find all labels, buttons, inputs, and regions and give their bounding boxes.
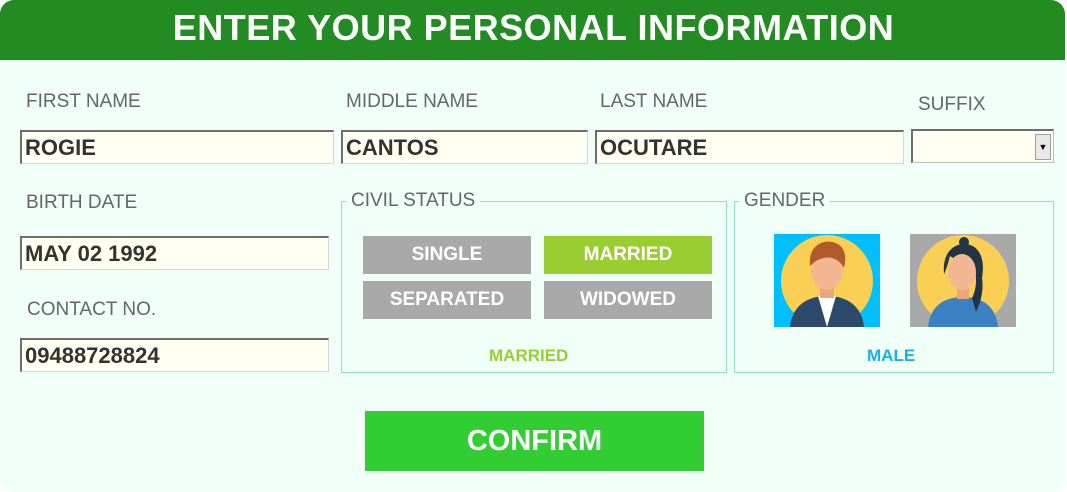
suffix-select[interactable]: ▼ bbox=[911, 129, 1054, 163]
civil-status-widowed-button[interactable]: WIDOWED bbox=[544, 281, 712, 319]
civil-status-married-button[interactable]: MARRIED bbox=[544, 236, 712, 274]
gender-selected-text: MALE bbox=[867, 346, 916, 365]
birth-date-field[interactable]: MAY 02 1992 bbox=[20, 236, 329, 270]
contact-number-label: CONTACT NO. bbox=[27, 299, 157, 320]
personal-info-form: ENTER YOUR PERSONAL INFORMATION FIRST NA… bbox=[0, 0, 1065, 492]
last-name-field[interactable]: OCUTARE bbox=[595, 130, 904, 164]
middle-name-field[interactable]: CANTOS bbox=[341, 130, 588, 164]
dropdown-arrow-icon[interactable]: ▼ bbox=[1035, 134, 1051, 160]
contact-number-field[interactable]: 09488728824 bbox=[20, 338, 329, 372]
first-name-label: FIRST NAME bbox=[26, 91, 141, 112]
gender-legend: GENDER bbox=[744, 190, 826, 211]
civil-status-single-button[interactable]: SINGLE bbox=[363, 236, 531, 274]
confirm-button[interactable]: CONFIRM bbox=[365, 411, 704, 471]
first-name-field[interactable]: ROGIE bbox=[20, 130, 334, 164]
middle-name-label: MIDDLE NAME bbox=[346, 91, 478, 112]
civil-status-legend: CIVIL STATUS bbox=[351, 190, 476, 211]
birth-date-label: BIRTH DATE bbox=[26, 192, 138, 213]
window-corner-mark bbox=[0, 0, 4, 4]
civil-status-selected-text: MARRIED bbox=[489, 346, 569, 365]
form-header: ENTER YOUR PERSONAL INFORMATION bbox=[0, 0, 1065, 60]
last-name-label: LAST NAME bbox=[600, 91, 708, 112]
form-title: ENTER YOUR PERSONAL INFORMATION bbox=[172, 7, 895, 48]
suffix-label: SUFFIX bbox=[918, 94, 986, 115]
male-avatar-icon[interactable] bbox=[774, 234, 880, 327]
civil-status-separated-button[interactable]: SEPARATED bbox=[363, 281, 531, 319]
female-avatar-icon[interactable] bbox=[910, 234, 1016, 327]
